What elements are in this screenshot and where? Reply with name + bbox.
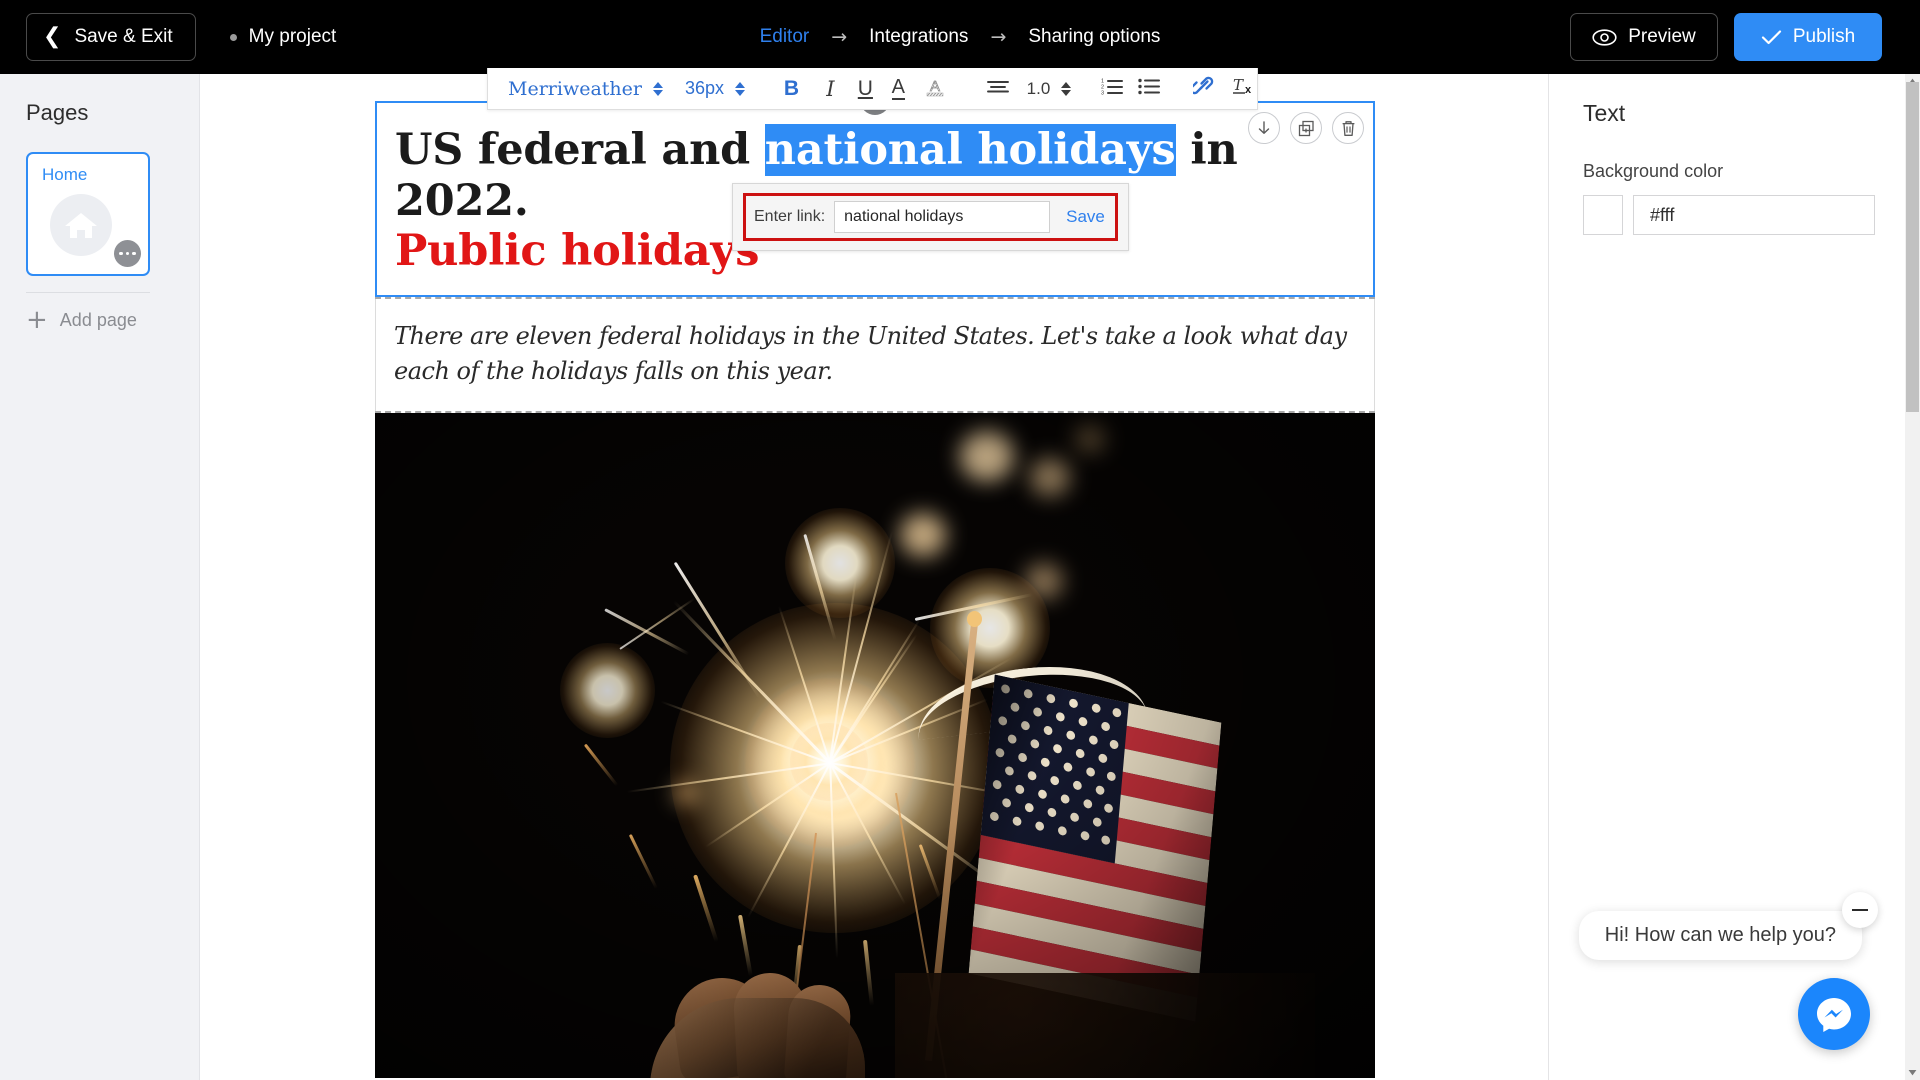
text-color-button[interactable]: A — [884, 72, 913, 106]
block-action-toolbar — [1248, 112, 1364, 144]
align-button[interactable] — [984, 72, 1013, 106]
preview-button[interactable]: Preview — [1570, 13, 1718, 61]
messenger-icon[interactable] — [1798, 978, 1870, 1050]
italic-icon: I — [826, 76, 835, 101]
image-block[interactable] — [375, 412, 1375, 1078]
font-size-value: 36px — [684, 78, 725, 98]
heading-text-before: US federal and — [395, 125, 765, 175]
svg-text:x: x — [1245, 84, 1252, 96]
sidebar-divider — [26, 292, 150, 293]
duplicate-icon[interactable] — [1290, 112, 1322, 144]
project-name[interactable]: My project — [229, 26, 337, 48]
bullet-list-icon — [1138, 77, 1160, 100]
bold-button[interactable]: B — [777, 72, 806, 106]
align-icon — [987, 79, 1010, 98]
link-popup-highlight: Enter link: Save — [743, 193, 1118, 241]
highlight-color-icon: A — [924, 75, 946, 102]
highlight-color-button[interactable]: A — [921, 72, 950, 106]
page-card-label: Home — [42, 165, 88, 184]
bullet-list-button[interactable] — [1134, 72, 1163, 106]
move-down-icon[interactable] — [1248, 112, 1280, 144]
heading-block[interactable]: US federal and national holidays in 2022… — [375, 85, 1375, 298]
italic-button[interactable]: I — [816, 72, 845, 106]
ordered-list-icon: 1 2 3 — [1101, 77, 1123, 100]
step-sharing-options[interactable]: Sharing options — [1028, 26, 1160, 48]
svg-text:3: 3 — [1101, 91, 1104, 96]
text-color-icon: A — [891, 76, 905, 100]
scrollbar-thumb[interactable] — [1906, 82, 1919, 412]
enter-link-label: Enter link: — [754, 208, 826, 225]
font-size-selector[interactable]: 36px — [663, 78, 746, 99]
add-page-button[interactable]: + Add page — [26, 307, 199, 333]
chat-greeting-text: Hi! How can we help you? — [1604, 924, 1836, 946]
font-family-value: Merriweather — [508, 77, 642, 100]
svg-text:T: T — [1233, 76, 1244, 94]
heading-text-red: Public holidays — [395, 226, 760, 277]
bold-icon: B — [783, 76, 800, 100]
line-height-value: 1.0 — [1026, 78, 1051, 98]
line-height-stepper-icon[interactable] — [1061, 81, 1072, 96]
publish-button[interactable]: Publish — [1734, 13, 1882, 61]
chat-greeting-bubble: Hi! How can we help you? — [1578, 911, 1862, 960]
page-card-home[interactable]: Home — [26, 152, 150, 276]
editor-canvas: US federal and national holidays in 2022… — [200, 74, 1548, 1080]
project-status-dot — [229, 33, 237, 41]
pages-sidebar: Pages Home + Add page — [0, 74, 200, 1080]
plus-icon: + — [26, 305, 48, 335]
ordered-list-button[interactable]: 1 2 3 — [1097, 72, 1126, 106]
background-color-input[interactable] — [1633, 195, 1875, 235]
save-and-exit-label: Save & Exit — [74, 26, 173, 47]
scroll-down-arrow-icon[interactable] — [1905, 1065, 1920, 1080]
step-integrations[interactable]: Integrations — [869, 26, 968, 48]
background-color-label: Background color — [1583, 161, 1724, 181]
properties-panel: Text Background color Hi! How can we hel… — [1548, 74, 1920, 1080]
background-color-row — [1583, 195, 1920, 235]
heading-text-selected: national holidays — [764, 124, 1176, 176]
link-button[interactable] — [1189, 72, 1218, 106]
page-document: US federal and national holidays in 2022… — [375, 85, 1375, 1078]
clear-formatting-button[interactable]: T x — [1228, 72, 1257, 106]
svg-text:A: A — [930, 78, 940, 95]
sparkler-flag-photo — [375, 412, 1375, 1078]
step-arrow-icon-1: → — [831, 26, 848, 48]
chevron-left-icon: ❮ — [43, 24, 62, 49]
page-scrollbar[interactable] — [1905, 74, 1920, 1080]
clear-formatting-icon: T x — [1231, 76, 1255, 101]
font-family-stepper-icon[interactable] — [652, 81, 663, 96]
add-page-label: Add page — [59, 309, 137, 330]
underline-icon: U — [857, 76, 873, 100]
paragraph-block[interactable]: There are eleven federal holidays in the… — [375, 299, 1375, 411]
step-arrow-icon-2: → — [990, 26, 1007, 48]
font-size-stepper-icon[interactable] — [735, 81, 746, 96]
minimize-icon[interactable] — [1842, 892, 1878, 928]
save-and-exit-button[interactable]: ❮ Save & Exit — [26, 13, 196, 61]
link-popup: Enter link: Save — [732, 183, 1129, 251]
pages-title: Pages — [26, 100, 89, 125]
background-color-swatch[interactable] — [1583, 195, 1623, 235]
project-name-label: My project — [248, 26, 337, 47]
link-url-input[interactable] — [834, 201, 1051, 233]
underline-button[interactable]: U — [851, 72, 880, 106]
font-family-selector[interactable]: Merriweather — [488, 78, 663, 100]
top-bar-actions: Preview Publish — [1570, 13, 1882, 61]
publish-label: Publish — [1792, 26, 1856, 47]
panel-title: Text — [1583, 100, 1626, 126]
page-menu-ellipsis-icon[interactable] — [114, 240, 141, 267]
check-icon — [1761, 29, 1782, 45]
workflow-steps: Editor → Integrations → Sharing options — [760, 26, 1161, 48]
link-icon — [1189, 76, 1215, 101]
trash-icon[interactable] — [1332, 112, 1364, 144]
paragraph-text: There are eleven federal holidays in the… — [394, 322, 1347, 385]
home-icon — [50, 194, 112, 256]
line-height-selector[interactable]: 1.0 — [1027, 79, 1072, 99]
text-formatting-toolbar: Merriweather 36px B I U A A 1.0 1 2 3 T … — [487, 68, 1258, 110]
eye-icon — [1592, 28, 1617, 46]
link-save-button[interactable]: Save — [1066, 207, 1105, 227]
preview-label: Preview — [1628, 26, 1696, 47]
step-editor[interactable]: Editor — [760, 26, 810, 48]
top-bar: ❮ Save & Exit My project Editor → Integr… — [0, 0, 1920, 74]
